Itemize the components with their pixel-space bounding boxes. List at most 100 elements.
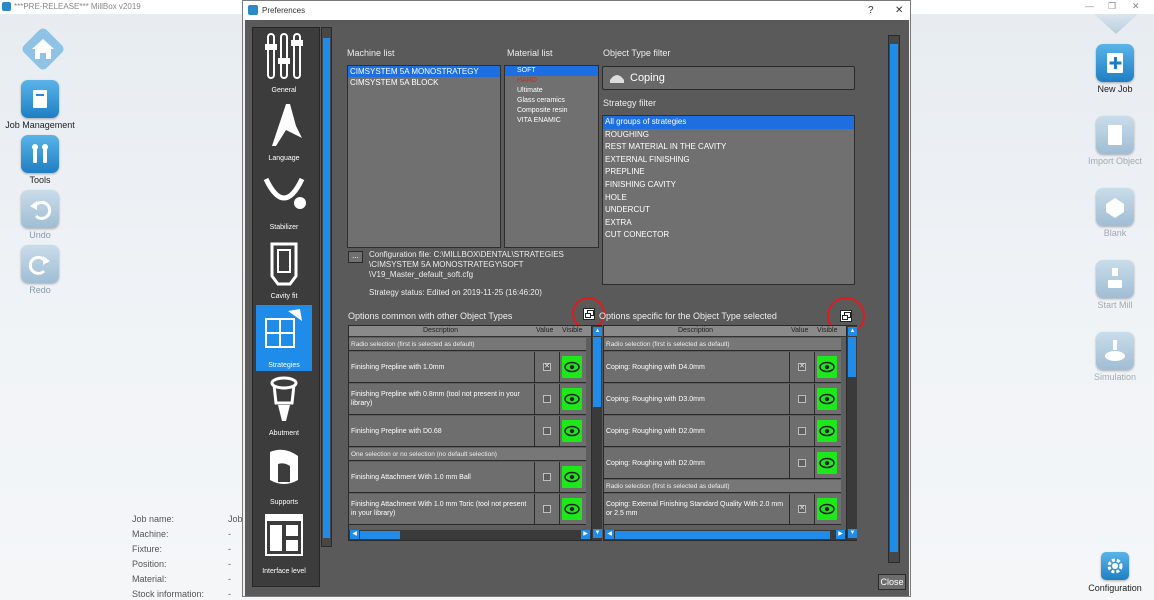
material-item[interactable]: Ultimate — [505, 86, 598, 96]
machine-item[interactable]: CIMSYSTEM 5A MONOSTRATEGY — [348, 66, 500, 77]
value-checkbox[interactable] — [543, 427, 551, 435]
strategy-item[interactable]: FINISHING CAVITY — [603, 179, 854, 192]
home-button[interactable] — [16, 22, 70, 76]
eye-icon[interactable] — [817, 498, 837, 520]
eye-icon[interactable] — [562, 466, 582, 488]
strategy-item[interactable]: ROUGHING — [603, 129, 854, 142]
material-item-soft[interactable]: SOFT — [505, 66, 598, 76]
value-checkbox[interactable] — [543, 473, 551, 481]
undo-button[interactable] — [21, 190, 59, 228]
scroll-thumb[interactable] — [848, 337, 856, 377]
scroll-up-icon[interactable]: ▲ — [593, 327, 602, 336]
scroll-down-icon[interactable]: ▼ — [593, 529, 602, 538]
value-checkbox[interactable] — [543, 505, 551, 513]
material-item-hard[interactable]: HARD — [505, 76, 598, 86]
table-row[interactable]: Finishing Prepline with 1.0mm ✕ — [349, 352, 586, 383]
sidebar-scroll-thumb[interactable] — [323, 38, 330, 538]
strategy-item[interactable]: UNDERCUT — [603, 204, 854, 217]
material-item[interactable]: VITA ENAMIC — [505, 116, 598, 126]
strategy-item[interactable]: CUT CONECTOR — [603, 229, 854, 242]
value-checkbox[interactable]: ✕ — [798, 505, 806, 513]
material-item[interactable]: Composite resin — [505, 106, 598, 116]
sidebar-item-supports[interactable]: Supports — [256, 442, 312, 508]
scroll-right-icon[interactable]: ▶ — [581, 530, 590, 539]
start-mill-button[interactable] — [1096, 260, 1134, 298]
window-close-icon[interactable]: ✕ — [1132, 1, 1140, 12]
sidebar-item-language[interactable]: Language — [256, 98, 312, 164]
close-button[interactable]: Close — [878, 574, 906, 590]
scroll-thumb[interactable] — [360, 531, 400, 539]
table-row[interactable]: Finishing Attachment With 1.0 mm Ball — [349, 462, 586, 493]
common-grid-vscroll[interactable]: ▲ ▼ — [591, 326, 602, 540]
specific-grid-hscroll[interactable]: ◀ ▶ — [604, 530, 846, 540]
dialog-scroll-thumb[interactable] — [890, 44, 898, 552]
eye-icon[interactable] — [562, 356, 582, 378]
sidebar-item-strategies[interactable]: Strategies — [256, 305, 312, 371]
blank-button[interactable] — [1096, 188, 1134, 226]
sidebar-item-abutment[interactable]: Abutment — [256, 373, 312, 439]
scroll-right-icon[interactable]: ▶ — [836, 530, 845, 539]
value-checkbox[interactable] — [543, 395, 551, 403]
new-job-button[interactable] — [1096, 44, 1134, 82]
minimize-icon[interactable]: — — [1085, 1, 1094, 11]
strategy-item[interactable]: EXTERNAL FINISHING — [603, 154, 854, 167]
object-type-coping-button[interactable]: Coping — [602, 66, 855, 90]
sidebar-item-interface-level[interactable]: Interface level — [256, 511, 312, 577]
scroll-left-icon[interactable]: ◀ — [605, 530, 614, 539]
table-row[interactable]: Finishing Prepline with 0.8mm (tool not … — [349, 384, 586, 415]
table-row[interactable]: Coping: Roughing with D2.0mm — [604, 448, 841, 479]
common-grid-hscroll[interactable]: ◀ ▶ — [349, 530, 591, 540]
table-row[interactable]: Coping: External Finishing Standard Qual… — [604, 494, 841, 525]
machine-list[interactable]: CIMSYSTEM 5A MONOSTRATEGY CIMSYSTEM 5A B… — [347, 65, 501, 248]
dialog-close-icon[interactable]: ✕ — [895, 5, 903, 16]
help-icon[interactable]: ? — [868, 5, 874, 16]
strategy-item[interactable]: PREPLINE — [603, 166, 854, 179]
simulation-button[interactable] — [1096, 332, 1134, 370]
eye-icon[interactable] — [817, 388, 837, 410]
specific-grid-vscroll[interactable]: ▲ ▼ — [846, 326, 857, 540]
scroll-up-icon[interactable]: ▲ — [848, 327, 857, 336]
configuration-button[interactable] — [1101, 552, 1129, 580]
machine-item[interactable]: CIMSYSTEM 5A BLOCK — [348, 77, 500, 88]
tools-button[interactable] — [21, 135, 59, 173]
sidebar-item-cavity-fit[interactable]: Cavity fit — [256, 236, 312, 302]
value-checkbox[interactable]: ✕ — [798, 363, 806, 371]
table-row[interactable]: Finishing Prepline with D0.68 — [349, 416, 586, 447]
strategy-item[interactable]: EXTRA — [603, 217, 854, 230]
value-checkbox[interactable] — [798, 395, 806, 403]
import-object-button[interactable] — [1096, 116, 1134, 154]
table-row[interactable]: Coping: Roughing with D4.0mm ✕ — [604, 352, 841, 383]
strategy-item[interactable]: All groups of strategies — [603, 116, 854, 129]
value-checkbox[interactable] — [798, 427, 806, 435]
eye-icon[interactable] — [817, 452, 837, 474]
value-checkbox[interactable] — [798, 459, 806, 467]
strategy-item[interactable]: HOLE — [603, 192, 854, 205]
material-item[interactable]: Glass ceramics — [505, 96, 598, 106]
expand-window-icon[interactable] — [840, 310, 852, 322]
value-checkbox[interactable]: ✕ — [543, 363, 551, 371]
expand-window-icon[interactable] — [583, 308, 595, 320]
sidebar-scrollbar[interactable] — [321, 27, 332, 547]
job-management-button[interactable] — [21, 80, 59, 118]
scroll-thumb[interactable] — [593, 337, 601, 407]
strategy-filter-list[interactable]: All groups of strategies ROUGHING REST M… — [602, 115, 855, 285]
material-list[interactable]: SOFT HARD Ultimate Glass ceramics Compos… — [504, 65, 599, 248]
eye-icon[interactable] — [817, 420, 837, 442]
scroll-left-icon[interactable]: ◀ — [350, 530, 359, 539]
eye-icon[interactable] — [562, 388, 582, 410]
table-row[interactable]: Coping: Roughing with D3.0mm — [604, 384, 841, 415]
strategy-item[interactable]: REST MATERIAL IN THE CAVITY — [603, 141, 854, 154]
scroll-down-icon[interactable]: ▼ — [848, 529, 857, 538]
sidebar-item-general[interactable]: General — [256, 30, 312, 96]
sidebar-item-stabilizer[interactable]: Stabilizer — [256, 167, 312, 233]
eye-icon[interactable] — [562, 420, 582, 442]
redo-button[interactable] — [21, 245, 59, 283]
scroll-thumb[interactable] — [615, 531, 830, 539]
config-browse-button[interactable]: ... — [348, 251, 363, 263]
table-row[interactable]: Coping: Roughing with D2.0mm — [604, 416, 841, 447]
eye-icon[interactable] — [817, 356, 837, 378]
eye-icon[interactable] — [562, 498, 582, 520]
dialog-vscroll[interactable] — [888, 35, 900, 563]
table-row[interactable]: Finishing Attachment With 1.0 mm Toric (… — [349, 494, 586, 525]
restore-icon[interactable]: ❐ — [1108, 1, 1116, 12]
